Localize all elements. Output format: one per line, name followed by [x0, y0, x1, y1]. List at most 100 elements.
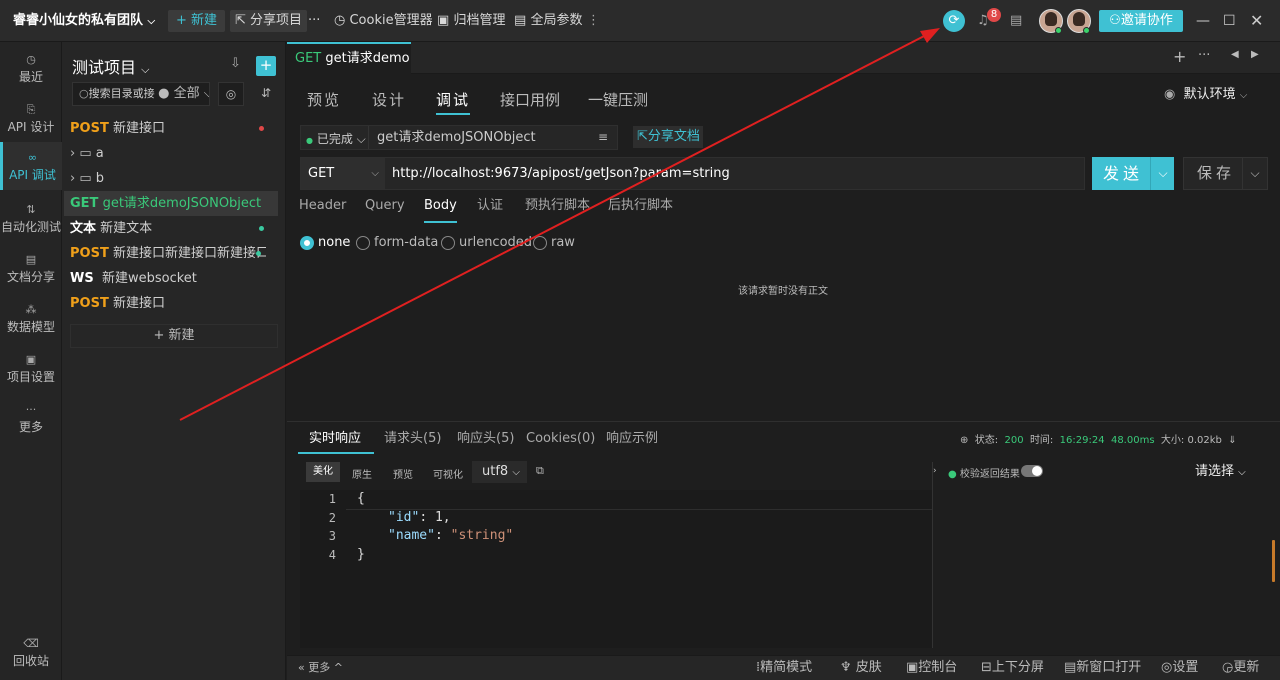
copy-icon[interactable]: ⧉ [536, 464, 544, 478]
download-icon[interactable]: ⇓ [1228, 435, 1236, 446]
request-tab[interactable]: GET get请求demo [287, 42, 411, 74]
tab-preview[interactable]: 预览 [307, 85, 341, 115]
method-label: GET [70, 196, 99, 211]
rail-item-more[interactable]: ··· 更多 [0, 398, 62, 442]
tab-next-icon[interactable]: ▶ [1251, 49, 1259, 60]
invite-button[interactable]: ⚇邀请协作 [1099, 10, 1183, 32]
notes-icon[interactable]: ▤ [1010, 0, 1022, 42]
tree-item[interactable]: WS 新建websocket [70, 266, 278, 291]
rail-label: API 调试 [9, 168, 56, 182]
tab-body[interactable]: Body [424, 197, 457, 223]
rail-item-data-model[interactable]: ⁂ 数据模型 [0, 298, 62, 342]
rail-item-automation[interactable]: ⇅ 自动化测试 [0, 198, 62, 242]
view-mode-raw[interactable]: 原生 [352, 466, 372, 481]
tab-design[interactable]: 设计 [372, 85, 406, 115]
more-toggle[interactable]: « 更多 ^ [298, 659, 343, 677]
send-options-icon[interactable]: ⌵ [1150, 157, 1175, 190]
tab-response-examples[interactable]: 响应示例 [606, 430, 658, 448]
tab-more-icon[interactable]: ··· [1198, 48, 1210, 63]
add-tab-icon[interactable]: + [1173, 47, 1186, 66]
tree-item[interactable]: POST 新建接口 [70, 116, 278, 141]
compact-mode-button[interactable]: ⁞精简模式 [756, 659, 812, 677]
scrollbar-thumb[interactable] [1272, 540, 1275, 582]
tab-cookies[interactable]: Cookies(0) [526, 430, 595, 448]
tab-debug[interactable]: 调试 [436, 85, 471, 115]
import-icon[interactable]: ⇩ [230, 56, 241, 71]
tab-query[interactable]: Query [365, 197, 405, 223]
tree-item-label: 新建接口 [112, 121, 165, 136]
filter-dropdown[interactable]: ● 全部 ⌵ [158, 86, 209, 101]
rail-item-project-settings[interactable]: ▣ 项目设置 [0, 348, 62, 392]
tree-item[interactable]: POST 新建接口 [70, 291, 278, 316]
rail-item-api-design[interactable]: ⎘ API 设计 [0, 98, 62, 142]
trash-button[interactable]: ⌫ 回收站 [0, 636, 62, 676]
tree-folder[interactable]: › ▭ a [70, 141, 278, 166]
splitter[interactable] [932, 462, 933, 648]
url-input[interactable]: http://localhost:9673/apipost/getJson?pa… [386, 158, 1084, 189]
tab-live-response[interactable]: 实时响应 [309, 430, 361, 448]
split-view-button[interactable]: ⊟上下分屏 [981, 659, 1044, 677]
body-mode-none[interactable]: none [300, 235, 350, 251]
locate-icon[interactable]: ◎ [218, 82, 244, 106]
select-dropdown[interactable]: 请选择 ⌵ [1187, 461, 1250, 483]
tab-stress-test[interactable]: 一键压测 [588, 85, 648, 115]
view-mode-pretty[interactable]: 美化 [306, 462, 340, 482]
body-mode-raw[interactable]: raw [533, 235, 575, 251]
new-item-button[interactable]: + 新建 [70, 324, 278, 348]
status-selector[interactable]: ● 已完成 ⌵ [306, 130, 366, 147]
environment-selector[interactable]: ◉ 默认环境 ⌵ [1158, 84, 1268, 108]
save-button[interactable]: 保存 ⌵ [1183, 157, 1268, 190]
request-name-input[interactable]: get请求demoJSONObject [368, 126, 618, 149]
tree-item-label: 新建接口新建接口新建接口 [112, 246, 266, 261]
code-line: "name": "string" [388, 528, 514, 543]
minimize-icon[interactable]: — [1196, 0, 1210, 42]
console-button[interactable]: ▣控制台 [906, 659, 957, 677]
more-menu-button[interactable]: ··· [308, 0, 320, 42]
new-window-button[interactable]: ▤新窗口打开 [1064, 659, 1141, 677]
team-selector[interactable]: 睿睿小仙女的私有团队 ⌵ [13, 0, 155, 42]
project-title-selector[interactable]: 测试项目 ⌵ [72, 54, 149, 78]
save-options-icon[interactable]: ⌵ [1242, 158, 1267, 189]
rail-item-doc-share[interactable]: ▤ 文档分享 [0, 248, 62, 292]
global-params-button[interactable]: ▤ 全局参数 [514, 0, 582, 42]
encoding-selector[interactable]: utf8 ⌵ [472, 461, 527, 483]
tree-item-label: 新建websocket [101, 271, 197, 286]
tab-header[interactable]: Header [299, 197, 346, 223]
view-mode-preview[interactable]: 预览 [393, 466, 413, 481]
expand-icon[interactable]: › [933, 466, 937, 476]
bell-icon[interactable]: ♫ [977, 0, 989, 42]
collapse-icon[interactable]: ⋮ [587, 0, 600, 42]
search-input[interactable]: ○搜索目录或接 ● 全部 ⌵ [72, 82, 210, 106]
new-button[interactable]: + 新建 [168, 10, 226, 32]
tab-response-headers[interactable]: 响应头(5) [457, 430, 514, 448]
update-button[interactable]: ◶更新 [1222, 659, 1259, 677]
sync-icon[interactable]: ⟳ [943, 10, 965, 32]
tree-item[interactable]: POST 新建接口新建接口新建接口 [70, 241, 266, 266]
tab-pre-script[interactable]: 预执行脚本 [525, 197, 590, 223]
tab-test-cases[interactable]: 接口用例 [500, 85, 560, 115]
cookie-manager-button[interactable]: ◷ Cookie管理器 [334, 0, 433, 42]
skin-button[interactable]: ♆ 皮肤 [840, 659, 882, 677]
rail-item-recent[interactable]: ◷ 最近 [0, 48, 62, 92]
share-project-button[interactable]: ⇱ 分享项目 [230, 10, 308, 32]
tab-prev-icon[interactable]: ◀ [1231, 49, 1239, 60]
tree-item-selected[interactable]: GET get请求demoJSONObject [64, 191, 278, 216]
method-selector[interactable]: GET ⌵ [301, 158, 385, 189]
add-icon[interactable]: + [256, 56, 276, 76]
tab-auth[interactable]: 认证 [477, 197, 503, 223]
sort-icon[interactable]: ⇵ [256, 82, 276, 106]
share-doc-button[interactable]: ⇱分享文档 [633, 126, 703, 148]
rail-item-api-debug[interactable]: ∞ API 调试 [0, 142, 62, 190]
tree-item[interactable]: 文本 新建文本 [70, 216, 278, 241]
tab-request-headers[interactable]: 请求头(5) [384, 430, 441, 448]
format-icon[interactable]: ≡ [598, 130, 608, 144]
archive-button[interactable]: ▣ 归档管理 [437, 0, 505, 42]
tab-post-script[interactable]: 后执行脚本 [608, 197, 673, 223]
close-icon[interactable]: ✕ [1250, 0, 1263, 42]
body-mode-form-data[interactable]: form-data [356, 235, 438, 251]
tree-folder[interactable]: › ▭ b [70, 166, 278, 191]
view-mode-visual[interactable]: 可视化 [433, 466, 463, 481]
settings-button[interactable]: ◎设置 [1161, 659, 1198, 677]
body-mode-urlencoded[interactable]: urlencoded [441, 235, 532, 251]
maximize-icon[interactable]: ☐ [1223, 0, 1236, 42]
